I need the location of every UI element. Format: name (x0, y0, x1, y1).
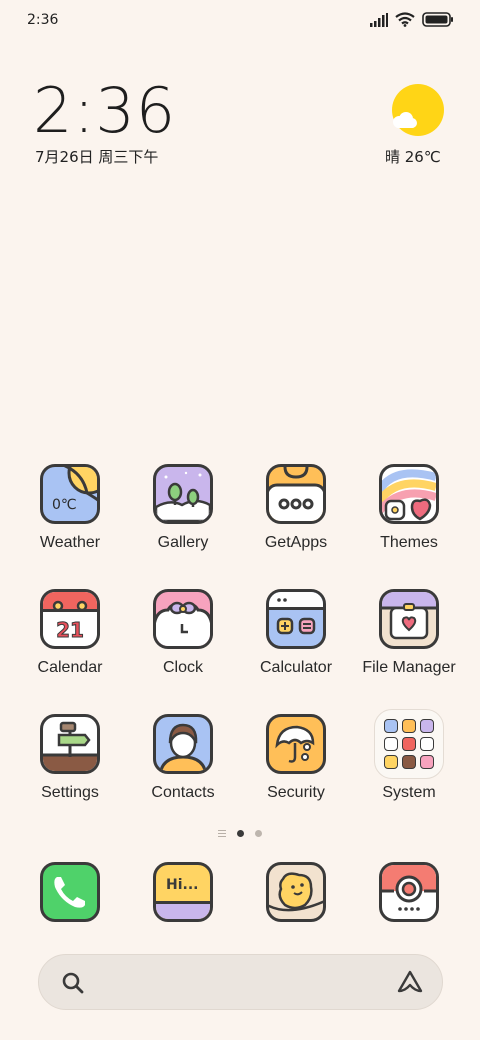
wifi-icon (395, 12, 415, 31)
calendar-icon: 21 (40, 589, 100, 649)
themes-icon (379, 464, 439, 524)
mini-app-icon (384, 755, 398, 769)
calculator-icon (266, 589, 326, 649)
dock-browser[interactable] (240, 862, 352, 922)
app-gallery[interactable]: Gallery (127, 464, 239, 552)
mini-app-icon (402, 755, 416, 769)
sun-cloud-icon (385, 84, 445, 144)
status-bar: 2:36 (0, 0, 480, 42)
app-label: Weather (39, 534, 101, 551)
assistant-icon[interactable] (396, 969, 424, 999)
battery-icon (422, 12, 454, 31)
app-label: Contacts (151, 784, 215, 801)
search-icon (61, 971, 85, 999)
system-folder-icon (374, 709, 444, 779)
file-manager-icon (379, 589, 439, 649)
signal-icon (370, 12, 388, 31)
app-settings[interactable]: Settings (14, 714, 126, 802)
calendar-day: 21 (56, 618, 85, 643)
weather-icon: 0℃ (40, 464, 100, 524)
mini-app-icon (420, 719, 434, 733)
app-label: Clock (162, 659, 203, 676)
weather-widget-text: 晴 26℃ (385, 148, 441, 166)
search-bar[interactable] (38, 954, 443, 1010)
dock-messages[interactable]: Hi... (127, 862, 239, 922)
clock-widget-time[interactable]: 2:36 (33, 74, 176, 147)
camera-icon (379, 862, 439, 922)
page-dot-active (237, 830, 244, 837)
messages-icon: Hi... (153, 862, 213, 922)
status-time: 2:36 (27, 12, 59, 28)
messages-icon-text: Hi... (166, 877, 199, 893)
phone-icon (40, 862, 100, 922)
clock-icon (153, 589, 213, 649)
app-weather[interactable]: 0℃ Weather (14, 464, 126, 552)
app-label: Gallery (157, 534, 209, 551)
app-label: GetApps (264, 534, 328, 551)
app-label: File Manager (362, 659, 456, 676)
feed-page-icon (218, 830, 226, 837)
app-label: Security (267, 784, 325, 801)
app-label: Calendar (37, 659, 103, 676)
getapps-icon (266, 464, 326, 524)
dock-camera[interactable] (353, 862, 465, 922)
gallery-icon (153, 464, 213, 524)
security-icon (266, 714, 326, 774)
app-folder-system[interactable]: System (353, 709, 465, 802)
app-calendar[interactable]: 21 Calendar (14, 589, 126, 677)
app-label: System (382, 784, 436, 801)
page-indicator[interactable] (0, 830, 480, 837)
page-dot (255, 830, 262, 837)
browser-icon (266, 862, 326, 922)
settings-icon (40, 714, 100, 774)
app-clock[interactable]: Clock (127, 589, 239, 677)
contacts-icon (153, 714, 213, 774)
dock-phone[interactable] (14, 862, 126, 922)
weather-icon-temp: 0℃ (52, 497, 77, 513)
clock-widget-date: 7月26日 周三下午 (35, 148, 159, 166)
app-themes[interactable]: Themes (353, 464, 465, 552)
mini-app-icon (384, 737, 398, 751)
app-getapps[interactable]: GetApps (240, 464, 352, 552)
app-label: Themes (380, 534, 438, 551)
app-security[interactable]: Security (240, 714, 352, 802)
mini-app-icon (420, 737, 434, 751)
app-label: Settings (41, 784, 99, 801)
mini-app-icon (402, 719, 416, 733)
app-contacts[interactable]: Contacts (127, 714, 239, 802)
app-label: Calculator (259, 659, 333, 676)
mini-app-icon (384, 719, 398, 733)
weather-widget[interactable] (380, 84, 450, 144)
mini-app-icon (420, 755, 434, 769)
mini-app-icon (402, 737, 416, 751)
app-calculator[interactable]: Calculator (240, 589, 352, 677)
app-file-manager[interactable]: File Manager (353, 589, 465, 677)
